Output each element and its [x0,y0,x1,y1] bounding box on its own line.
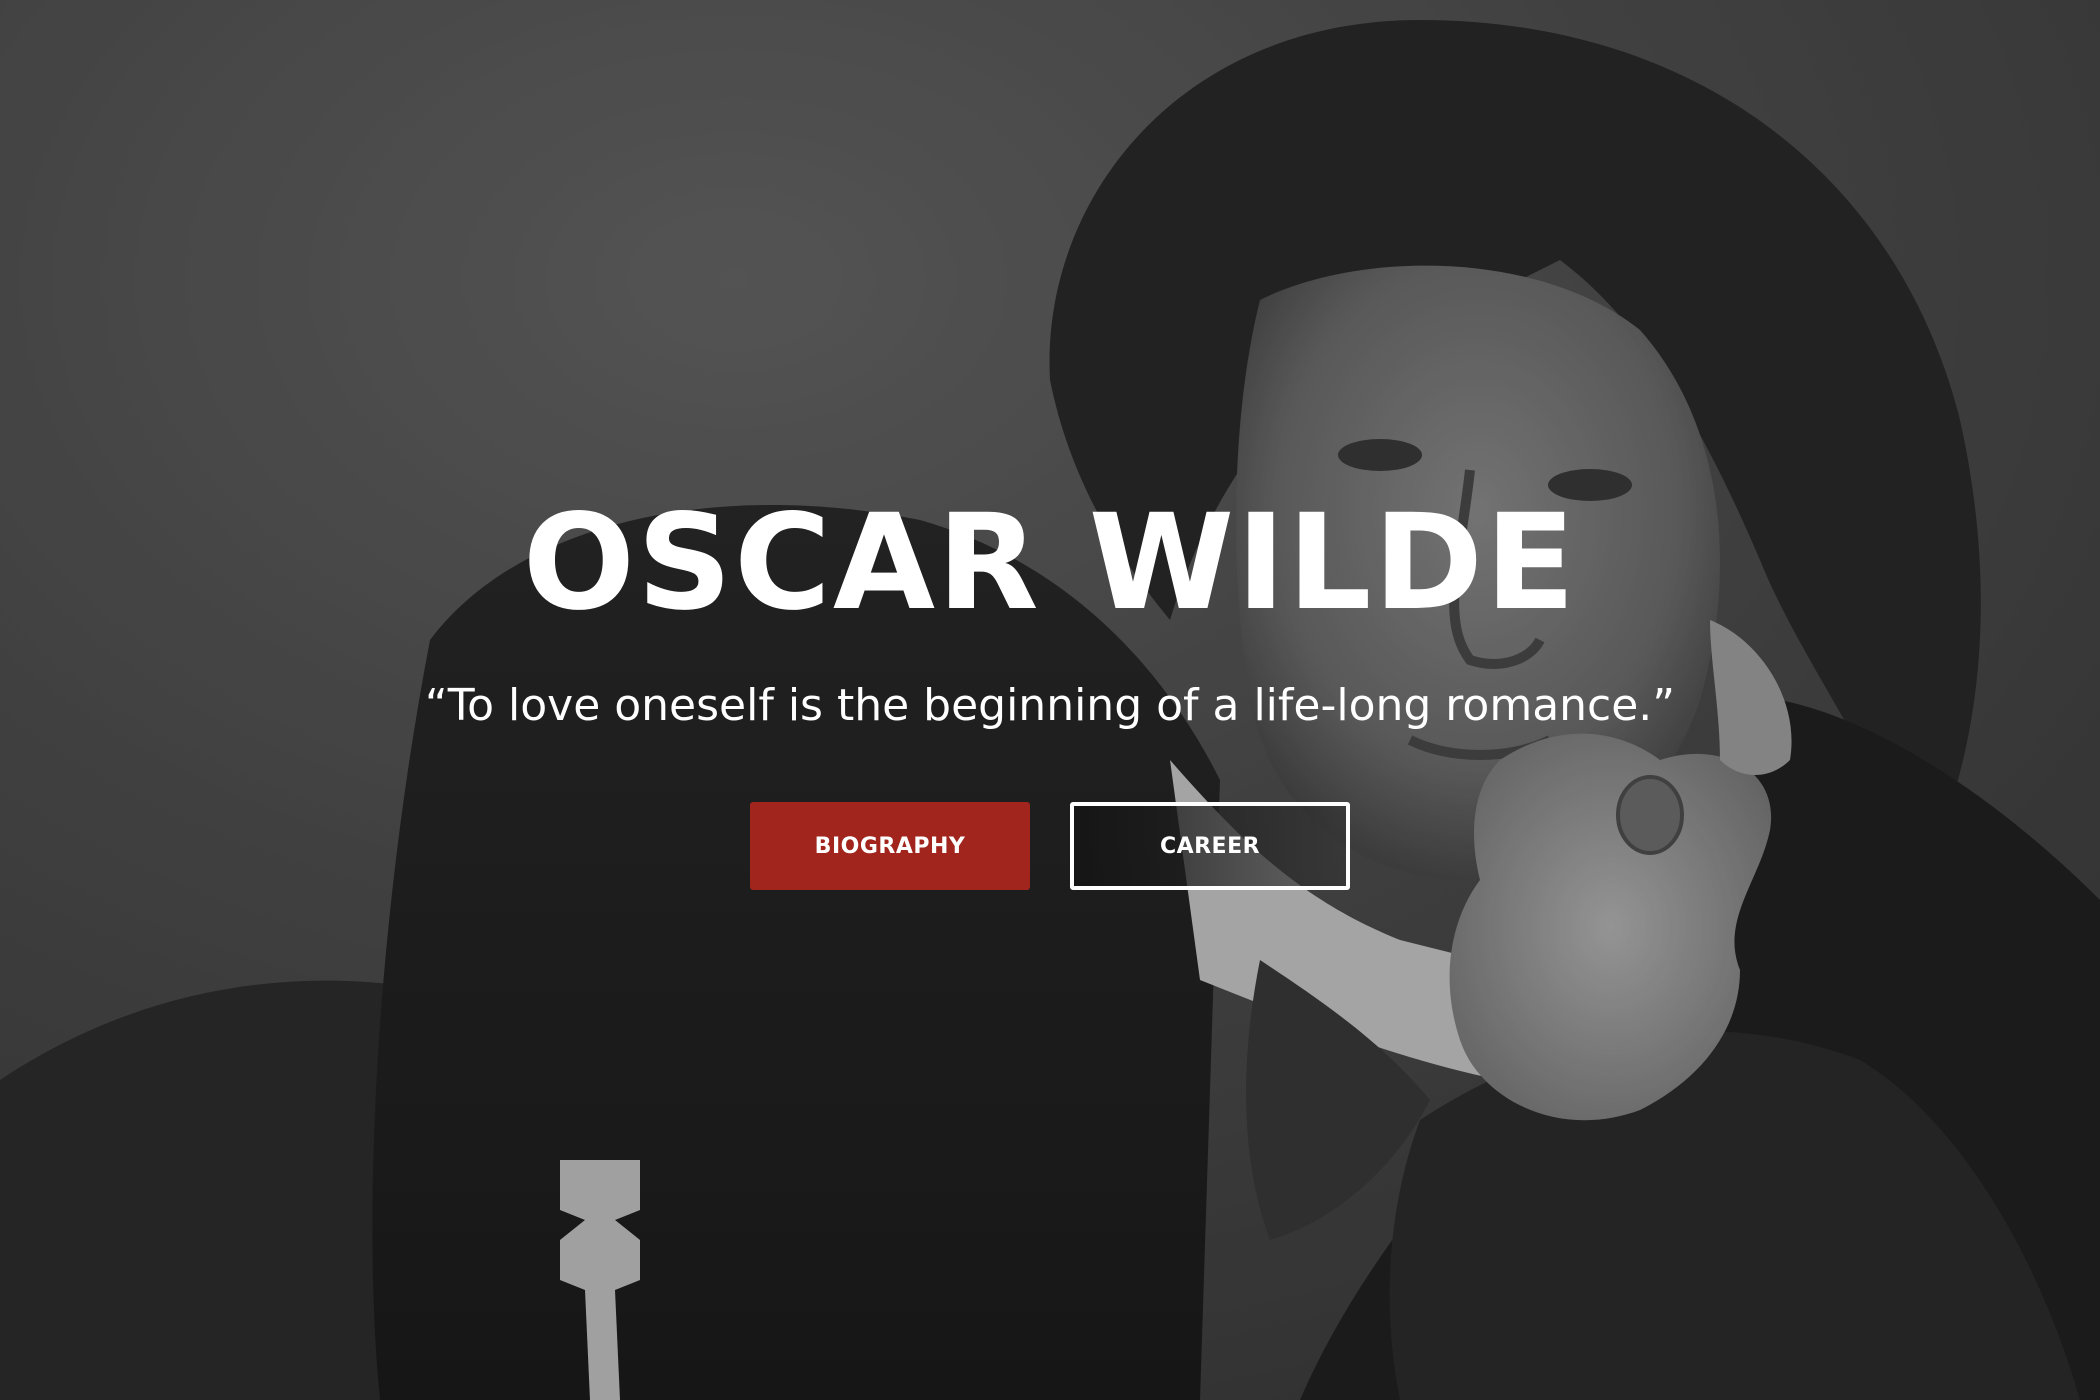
biography-button[interactable]: BIOGRAPHY [750,802,1030,890]
hero-quote: “To love oneself is the beginning of a l… [424,680,1676,731]
hero-section: OSCAR WILDE “To love oneself is the begi… [0,0,2100,1400]
page-title: OSCAR WILDE [522,486,1578,640]
hero-content: OSCAR WILDE “To love oneself is the begi… [0,0,2100,1400]
career-button[interactable]: CAREER [1070,802,1350,890]
